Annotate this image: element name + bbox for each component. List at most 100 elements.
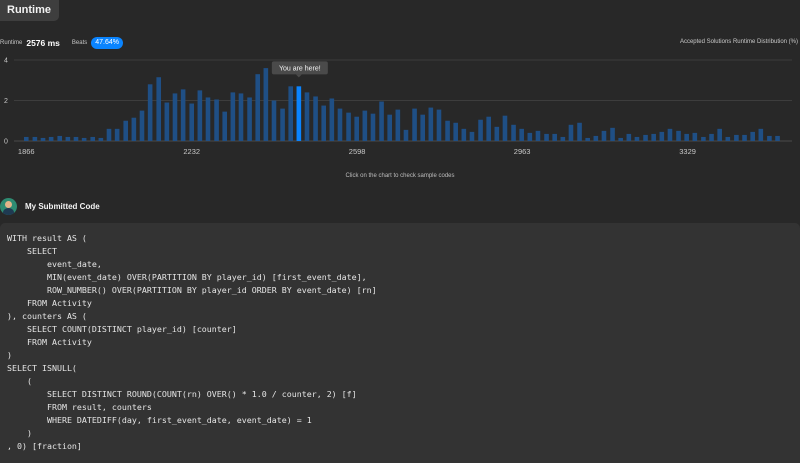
bar[interactable]: [205, 97, 211, 141]
bar[interactable]: [48, 136, 54, 141]
bar[interactable]: [57, 135, 63, 141]
bar[interactable]: [189, 103, 195, 141]
bar[interactable]: [98, 137, 104, 141]
bar[interactable]: [304, 92, 310, 141]
bar[interactable]: [461, 128, 467, 141]
bar[interactable]: [197, 90, 203, 141]
bar[interactable]: [164, 102, 170, 141]
bar[interactable]: [313, 96, 318, 141]
bar[interactable]: [651, 133, 656, 141]
avatar[interactable]: [0, 197, 17, 215]
bar[interactable]: [684, 133, 689, 141]
bar[interactable]: [65, 136, 71, 141]
bar[interactable]: [717, 128, 722, 141]
bar[interactable]: [247, 97, 252, 141]
bar[interactable]: [519, 128, 524, 141]
bar[interactable]: [73, 136, 79, 141]
bar[interactable]: [280, 108, 285, 141]
bar[interactable]: [552, 133, 557, 141]
bar[interactable]: [172, 93, 178, 141]
code-panel[interactable]: WITH result AS ( SELECT event_date, MIN(…: [0, 223, 800, 463]
bar[interactable]: [469, 131, 475, 141]
bar[interactable]: [362, 110, 368, 141]
submitted-code-title: My Submitted Code: [25, 201, 100, 211]
bar[interactable]: [222, 111, 228, 141]
submitted-code[interactable]: WITH result AS ( SELECT event_date, MIN(…: [7, 232, 377, 453]
tab-runtime[interactable]: Runtime: [0, 0, 59, 21]
bar[interactable]: [709, 133, 714, 141]
bar[interactable]: [370, 113, 376, 141]
bar[interactable]: [156, 77, 162, 141]
bar[interactable]: [701, 136, 706, 141]
bar[interactable]: [750, 131, 755, 141]
tooltip-pointer: [295, 74, 302, 78]
bar[interactable]: [593, 135, 599, 141]
bar[interactable]: [428, 107, 434, 141]
bar[interactable]: [742, 134, 747, 141]
bar[interactable]: [758, 128, 764, 141]
bar[interactable]: [40, 137, 46, 141]
bar[interactable]: [535, 130, 541, 141]
bar[interactable]: [139, 110, 145, 141]
bar[interactable]: [123, 120, 129, 141]
bar[interactable]: [354, 116, 360, 141]
bar[interactable]: [255, 74, 261, 141]
bar[interactable]: [692, 132, 698, 141]
bar[interactable]: [32, 136, 38, 141]
bar[interactable]: [420, 114, 425, 141]
bar[interactable]: [346, 112, 351, 141]
bar[interactable]: [412, 108, 417, 141]
bar[interactable]: [643, 134, 648, 141]
bar[interactable]: [634, 136, 640, 141]
tooltip-text: You are here!: [279, 65, 321, 72]
bar[interactable]: [626, 133, 632, 141]
bar[interactable]: [271, 100, 277, 142]
bar[interactable]: [527, 132, 533, 141]
bar[interactable]: [131, 117, 137, 141]
bar[interactable]: [676, 130, 681, 141]
bar[interactable]: [214, 99, 219, 141]
bar[interactable]: [659, 131, 665, 141]
runtime-distribution-chart[interactable]: 0 2 4 1866 2232 2598 2963 3329 You are here!: [0, 50, 800, 160]
bar[interactable]: [329, 98, 335, 141]
bar[interactable]: [610, 127, 615, 141]
bar[interactable]: [511, 124, 516, 141]
bar[interactable]: [395, 109, 401, 141]
bar[interactable]: [544, 133, 549, 141]
bar[interactable]: [337, 108, 343, 141]
bar[interactable]: [618, 137, 623, 141]
bar[interactable]: [436, 109, 442, 141]
bar[interactable]: [453, 122, 458, 141]
bar[interactable]: [403, 129, 409, 141]
bar[interactable]: [23, 136, 29, 141]
bar[interactable]: [230, 92, 236, 141]
bar[interactable]: [238, 93, 244, 141]
bar[interactable]: [379, 101, 384, 141]
bar[interactable]: [81, 137, 87, 141]
bar[interactable]: [180, 89, 186, 141]
bar[interactable]: [387, 114, 392, 141]
bar[interactable]: [734, 134, 739, 141]
bar[interactable]: [106, 128, 112, 141]
bar[interactable]: [494, 126, 500, 141]
bar[interactable]: [445, 120, 450, 141]
bar[interactable]: [775, 135, 780, 141]
bar[interactable]: [321, 105, 327, 141]
bar[interactable]: [577, 122, 582, 141]
bar[interactable]: [114, 128, 120, 141]
bar[interactable]: [725, 136, 731, 141]
bar[interactable]: [147, 84, 153, 141]
bar[interactable]: [601, 130, 607, 141]
bar[interactable]: [560, 136, 566, 141]
bar[interactable]: [263, 68, 269, 141]
bar[interactable]: [667, 128, 673, 141]
bar[interactable]: [90, 136, 96, 141]
bar[interactable]: [585, 137, 590, 141]
bar-highlight[interactable]: [296, 86, 302, 141]
bar[interactable]: [502, 115, 508, 141]
bar[interactable]: [478, 119, 483, 141]
bar[interactable]: [767, 135, 772, 141]
bar[interactable]: [486, 116, 491, 141]
bar[interactable]: [568, 124, 574, 141]
bar[interactable]: [288, 86, 294, 141]
